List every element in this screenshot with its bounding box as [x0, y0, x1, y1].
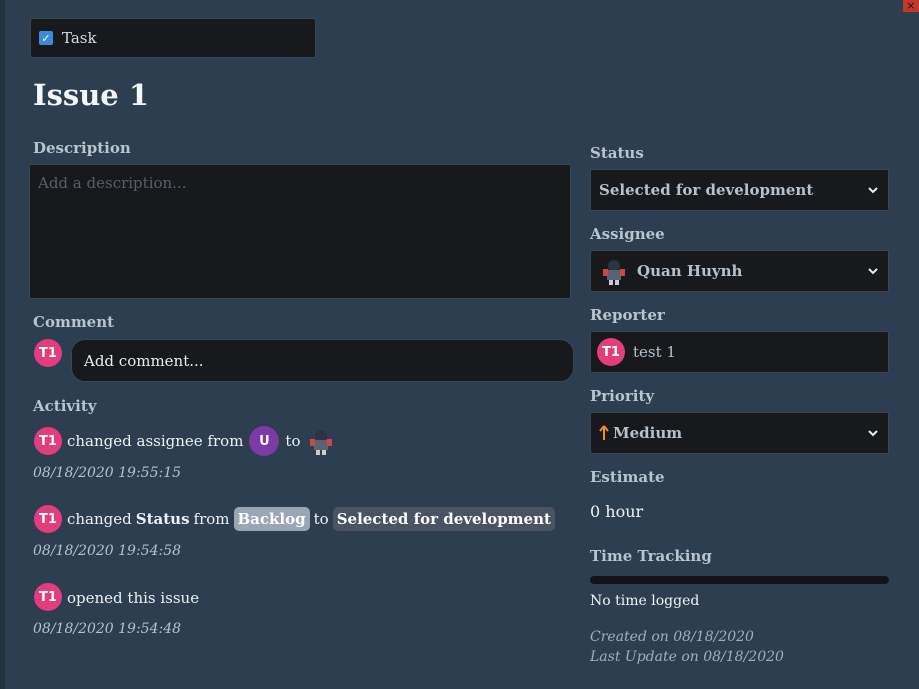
chevron-down-icon: [868, 430, 878, 437]
status-value: Selected for development: [599, 181, 814, 199]
avatar: T1: [34, 339, 62, 367]
activity-text: changed: [67, 510, 132, 528]
close-button[interactable]: ×: [903, 0, 919, 12]
time-tracking-bar[interactable]: [590, 576, 889, 584]
avatar: T1: [34, 505, 62, 533]
activity-item: changed Status from Backlog to Selected …: [67, 507, 559, 531]
chevron-down-icon: [868, 187, 878, 194]
description-label: Description: [33, 139, 131, 157]
assignee-value: Quan Huynh: [637, 262, 743, 280]
activity-text: to: [285, 432, 301, 450]
issue-type-label: Task: [62, 29, 97, 47]
activity-text: from: [193, 510, 230, 528]
avatar: U: [249, 426, 280, 456]
description-placeholder: Add a description...: [38, 174, 187, 192]
created-date: Created on 08/18/2020: [590, 629, 754, 645]
activity-text: to: [313, 510, 329, 528]
estimate-value[interactable]: 0 hour: [590, 502, 643, 521]
reporter-label: Reporter: [590, 306, 665, 324]
avatar: T1: [597, 338, 625, 366]
comment-label: Comment: [33, 313, 115, 331]
status-select[interactable]: Selected for development: [590, 169, 889, 211]
activity-text: changed assignee from: [67, 432, 244, 450]
time-tracking-text: No time logged: [590, 593, 700, 609]
time-tracking-label: Time Tracking: [590, 547, 712, 565]
activity-label: Activity: [33, 397, 97, 415]
comment-input[interactable]: Add comment...: [71, 339, 574, 382]
reporter-value: test 1: [633, 343, 676, 361]
avatar: T1: [34, 583, 62, 611]
task-checkbox-icon: ✓: [39, 31, 53, 45]
status-badge: Selected for development: [332, 507, 555, 531]
assignee-select[interactable]: Quan Huynh: [590, 250, 889, 292]
status-label: Status: [590, 144, 644, 162]
description-input[interactable]: Add a description...: [29, 164, 571, 299]
activity-timestamp: 08/18/2020 19:54:58: [33, 543, 182, 559]
priority-select[interactable]: Medium: [590, 412, 889, 454]
activity-item: changed assignee from U to: [67, 426, 342, 456]
assignee-avatar-icon: [310, 430, 333, 455]
issue-type-selector[interactable]: ✓ Task: [30, 18, 316, 58]
issue-title[interactable]: Issue 1: [33, 78, 149, 112]
arrow-up-icon: [599, 425, 609, 440]
priority-value: Medium: [613, 424, 683, 442]
activity-timestamp: 08/18/2020 19:54:48: [33, 621, 182, 637]
comment-placeholder: Add comment...: [84, 351, 204, 370]
status-badge: Backlog: [233, 507, 310, 531]
updated-date: Last Update on 08/18/2020: [590, 649, 784, 665]
activity-field: Status: [135, 510, 190, 528]
assignee-label: Assignee: [590, 225, 665, 243]
reporter-select[interactable]: T1 test 1: [590, 331, 889, 373]
activity-text: opened this issue: [67, 589, 200, 607]
avatar: T1: [34, 427, 62, 455]
activity-item: opened this issue: [67, 589, 199, 607]
chevron-down-icon: [868, 268, 878, 275]
assignee-avatar-icon: [603, 260, 625, 285]
priority-label: Priority: [590, 387, 655, 405]
estimate-label: Estimate: [590, 468, 665, 486]
activity-timestamp: 08/18/2020 19:55:15: [33, 465, 182, 481]
panel-left-edge: [0, 0, 5, 689]
